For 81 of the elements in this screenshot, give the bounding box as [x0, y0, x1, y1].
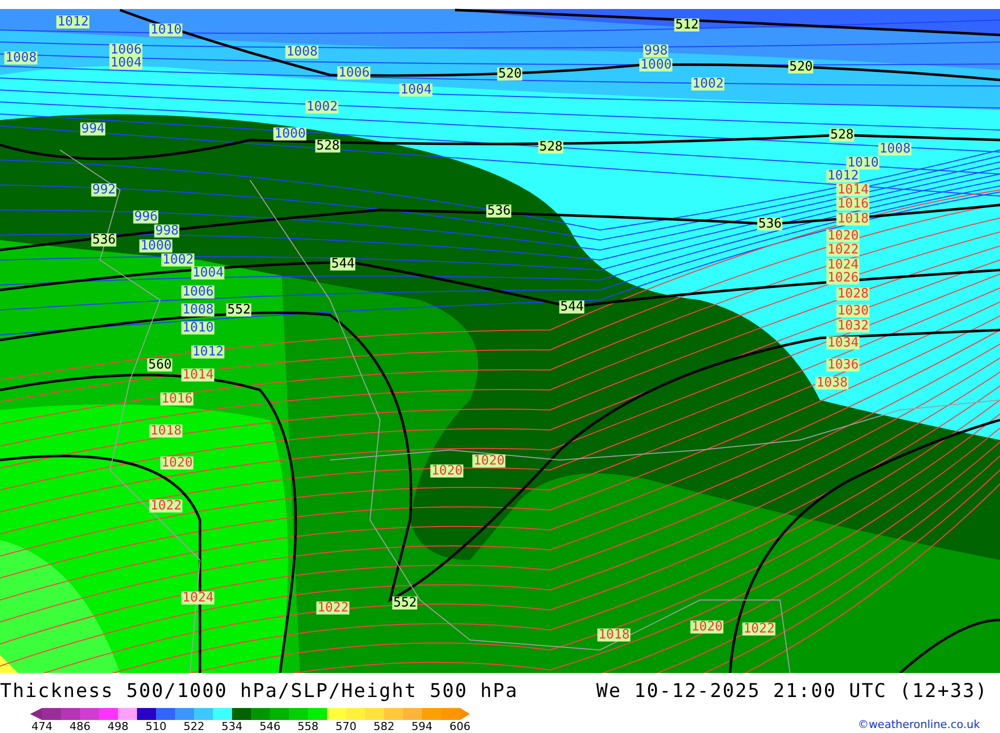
thickness-label: 536: [757, 218, 783, 230]
isobar-label: 1018: [836, 212, 870, 226]
isobar-label: 1002: [305, 100, 339, 114]
thickness-label: 520: [497, 68, 523, 80]
isobar-label: 1012: [191, 346, 225, 358]
isobar-label: 1016: [836, 198, 870, 210]
thickness-label: 512: [674, 18, 700, 32]
isobar-label: 1036: [826, 358, 860, 372]
isobar-label: 1008: [878, 142, 912, 156]
isobar-label: 1002: [161, 254, 195, 266]
isobar-label: 1020: [160, 456, 194, 470]
legend-tick-label: 546: [258, 720, 282, 733]
isobar-label: 1030: [836, 304, 870, 318]
isobar-label: 1000: [139, 240, 173, 252]
isobar-label: 1016: [160, 392, 194, 406]
isobar-label: 1024: [826, 258, 860, 272]
isobar-label: 1020: [690, 620, 724, 634]
isobar-label: 1008: [181, 304, 215, 316]
isobar-label: 1010: [149, 24, 183, 36]
thickness-label: 536: [91, 234, 117, 246]
isobar-label: 1018: [149, 424, 183, 438]
isobar-label: 998: [643, 44, 669, 58]
legend-tick-label: 510: [144, 720, 168, 733]
isobar-label: 1012: [826, 170, 860, 182]
isobar-label: 996: [133, 210, 159, 224]
legend-tick-label: 594: [410, 720, 434, 733]
isobar-label: 1006: [337, 66, 371, 80]
thickness-label: 560: [147, 358, 173, 372]
isobar-label: 1010: [846, 156, 880, 170]
legend-tick-label: 570: [334, 720, 358, 733]
isobar-label: 994: [80, 122, 106, 136]
isobar-label: 1026: [826, 272, 860, 284]
isobar-label: 1024: [181, 592, 215, 604]
legend-tick-label: 606: [448, 720, 472, 733]
isobar-label: 1006: [109, 44, 143, 56]
isobar-label: 1010: [181, 322, 215, 334]
isobar-label: 1032: [836, 320, 870, 332]
isobar-label: 1020: [826, 230, 860, 242]
isobar-label: 992: [91, 184, 117, 196]
isobar-label: 1020: [430, 464, 464, 478]
isobar-label: 998: [154, 224, 180, 238]
isobar-label: 1000: [639, 58, 673, 72]
credit-link[interactable]: ©weatheronline.co.uk: [858, 718, 980, 731]
isobar-label: 1022: [742, 622, 776, 636]
legend-tick-label: 474: [30, 720, 54, 733]
isobar-label: 1020: [472, 454, 506, 468]
isobar-label: 1014: [181, 368, 215, 382]
isobar-label: 1028: [836, 288, 870, 300]
thickness-label: 528: [538, 140, 564, 154]
isobar-label: 1006: [181, 286, 215, 298]
isobar-label: 1012: [56, 16, 90, 28]
thickness-label: 528: [315, 140, 341, 152]
thickness-label: 544: [330, 258, 356, 270]
thickness-label: 528: [829, 128, 855, 142]
legend-tick-label: 534: [220, 720, 244, 733]
valid-time: We 10-12-2025 21:00 UTC (12+33): [596, 680, 988, 702]
isobar-label: 1038: [815, 376, 849, 390]
thickness-label: 552: [392, 596, 418, 610]
thickness-label: 520: [788, 60, 814, 74]
isobar-label: 1018: [597, 628, 631, 642]
isobar-label: 1008: [285, 46, 319, 58]
legend-tick-label: 582: [372, 720, 396, 733]
isobar-label: 1000: [273, 128, 307, 140]
thickness-label: 536: [486, 204, 512, 218]
legend-tick-label: 486: [68, 720, 92, 733]
isobar-label: 1008: [4, 52, 38, 64]
chart-title: Thickness 500/1000 hPa/SLP/Height 500 hPa: [0, 680, 518, 702]
thickness-label: 552: [226, 304, 252, 316]
legend-tick-label: 522: [182, 720, 206, 733]
isobar-label: 1022: [826, 244, 860, 256]
isobar-label: 1004: [191, 266, 225, 280]
isobar-label: 1002: [691, 78, 725, 90]
isobar-label: 1034: [826, 336, 860, 350]
legend-tick-label: 558: [296, 720, 320, 733]
isobar-label: 1014: [836, 184, 870, 196]
isobar-label: 1004: [109, 56, 143, 70]
legend-tick-label: 498: [106, 720, 130, 733]
isobar-label: 1022: [149, 500, 183, 512]
thickness-label: 544: [559, 300, 585, 314]
isobar-label: 1004: [399, 84, 433, 96]
isobar-label: 1022: [316, 602, 350, 614]
